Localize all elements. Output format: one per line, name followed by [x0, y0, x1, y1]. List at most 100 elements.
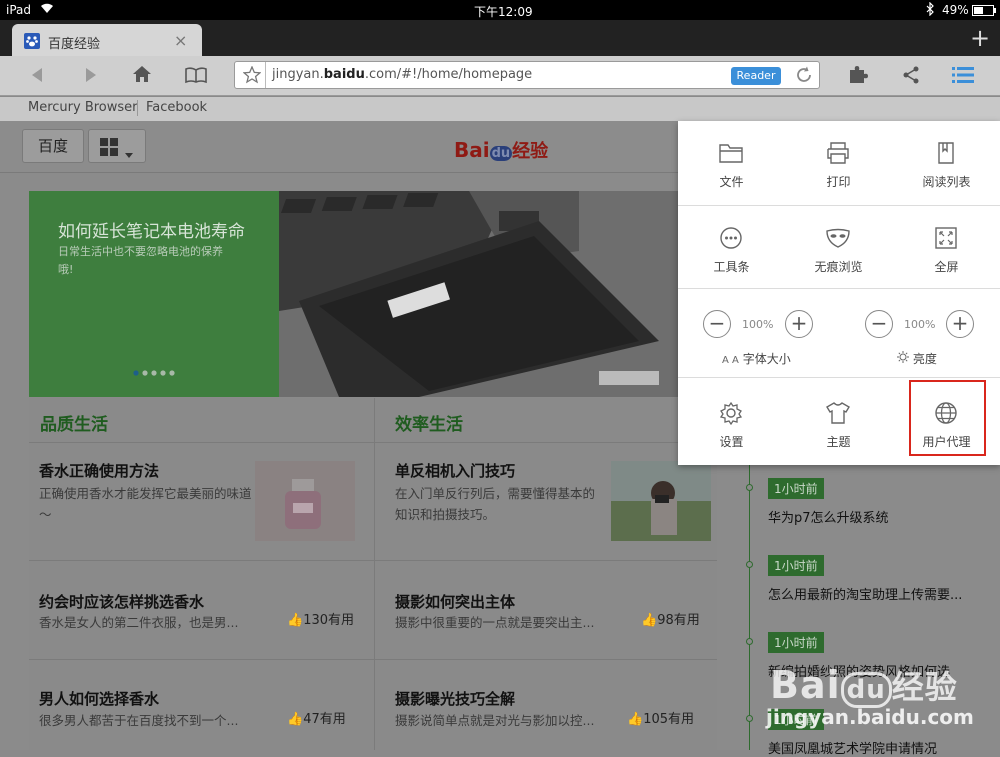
url-text: jingyan.baidu.com/#!/home/homepage — [272, 67, 533, 82]
list-item[interactable]: 摄影曝光技巧全解 摄影说简单点就是对光与影加以控... 👍105有用 — [375, 660, 717, 750]
baidu-favicon-icon — [24, 33, 40, 49]
grid-icon — [100, 138, 118, 160]
useful-count: 👍130有用 — [287, 613, 355, 628]
bookmarks-icon[interactable] — [184, 66, 208, 88]
bookmarks-bar: Mercury Browser Facebook — [0, 97, 1000, 121]
menu-item-label: 设置 — [719, 435, 744, 449]
article-desc: 香水是女人的第二件衣服，也是男... — [39, 615, 239, 630]
font-size-icon: A A — [722, 355, 739, 366]
timeline-item[interactable]: 怎么用最新的淘宝助理上传需要... — [768, 584, 988, 603]
article-desc: 在入门单反行列后，需要懂得基本的知识和拍摄技巧。 — [395, 486, 596, 522]
mask-icon — [825, 226, 851, 250]
menu-item-theme[interactable]: 主题 — [785, 381, 892, 465]
timeline-item[interactable]: 华为p7怎么升级系统 — [768, 507, 988, 526]
thumbs-up-icon: 👍 — [641, 613, 658, 628]
timeline-badge: 1小时前 — [768, 632, 824, 653]
list-item[interactable]: 单反相机入门技巧 在入门单反行列后，需要懂得基本的知识和拍摄技巧。 — [375, 444, 717, 560]
list-item[interactable]: 摄影如何突出主体 摄影中很重要的一点就是要突出主... 👍98有用 — [375, 561, 717, 659]
browser-tab[interactable]: 百度经验 × — [12, 24, 202, 58]
category-menu-button[interactable] — [88, 129, 146, 163]
list-item[interactable]: 香水正确使用方法 正确使用香水才能发挥它最美丽的味道～ — [29, 444, 374, 560]
reader-button[interactable]: Reader — [731, 67, 781, 85]
reading-list-icon — [933, 141, 959, 165]
menu-item-print[interactable]: 打印 — [785, 121, 892, 205]
baidu-jingyan-logo[interactable]: Bai du 经验 — [454, 137, 548, 163]
watermark-logo: Bai du 经验 — [770, 663, 958, 708]
menu-item-label: 文件 — [719, 175, 744, 189]
watermark-url: jingyan.baidu.com — [766, 705, 974, 729]
section-title[interactable]: 效率生活 — [395, 410, 463, 435]
menu-item-reading-list[interactable]: 阅读列表 — [893, 121, 1000, 205]
menu-item-settings[interactable]: 设置 — [678, 381, 785, 465]
menu-item-toolbar[interactable]: 工具条 — [678, 206, 785, 290]
useful-count: 👍47有用 — [287, 712, 346, 727]
new-tab-icon[interactable]: + — [970, 24, 990, 52]
article-title: 男人如何选择香水 — [39, 690, 160, 708]
bookmark-mercury[interactable]: Mercury Browser — [28, 100, 138, 115]
highlight-box — [909, 380, 986, 456]
brightness-increase-button[interactable]: + — [946, 310, 974, 338]
fullscreen-icon — [933, 226, 959, 250]
section-title[interactable]: 品质生活 — [40, 410, 108, 435]
font-size-decrease-button[interactable]: − — [703, 310, 731, 338]
menu-item-file[interactable]: 文件 — [678, 121, 785, 205]
list-item[interactable]: 男人如何选择香水 很多男人都苦于在百度找不到一个... 👍47有用 — [29, 660, 374, 750]
useful-count: 👍98有用 — [641, 613, 700, 628]
banner-subtitle: 日常生活中也不要忽略电池的保养哦! — [58, 245, 223, 276]
baidu-home-button[interactable]: 百度 — [22, 129, 84, 163]
useful-count: 👍105有用 — [627, 712, 695, 727]
article-thumbnail — [611, 461, 711, 541]
back-icon[interactable] — [30, 67, 44, 87]
article-desc: 正确使用香水才能发挥它最美丽的味道～ — [39, 486, 252, 522]
font-size-label: A A 字体大小 — [722, 352, 791, 366]
timeline-dot — [746, 715, 753, 722]
menu-item-label: 阅读列表 — [922, 175, 971, 189]
extensions-icon[interactable] — [847, 65, 869, 89]
bluetooth-icon — [926, 1, 934, 19]
font-size-increase-button[interactable]: + — [785, 310, 813, 338]
menu-item-fullscreen[interactable]: 全屏 — [893, 206, 1000, 290]
home-icon[interactable] — [132, 65, 152, 87]
tab-title: 百度经验 — [48, 37, 101, 52]
close-tab-icon[interactable]: × — [174, 31, 187, 50]
status-bar: iPad 下午12:09 49% — [0, 0, 1000, 20]
brightness-label: 亮度 — [897, 350, 937, 367]
thumbs-up-icon: 👍 — [627, 712, 644, 727]
reload-icon[interactable] — [795, 66, 813, 88]
article-title: 摄影如何突出主体 — [395, 593, 516, 611]
printer-icon — [825, 141, 851, 165]
article-thumbnail — [255, 461, 355, 541]
battery-percent: 49% — [942, 3, 969, 17]
timeline-item[interactable]: 美国凤凰城艺术学院申请情况 — [768, 738, 988, 757]
banner-text-panel[interactable]: 如何延长笔记本电池寿命 日常生活中也不要忽略电池的保养哦! — [29, 191, 279, 397]
menu-item-label: 无痕浏览 — [814, 260, 863, 274]
clock: 下午12:09 — [474, 5, 533, 19]
share-icon[interactable] — [902, 66, 920, 88]
device-label: iPad — [6, 3, 32, 17]
list-item[interactable]: 约会时应该怎样挑选香水 香水是女人的第二件衣服，也是男... 👍130有用 — [29, 561, 374, 659]
sun-icon — [897, 351, 909, 366]
article-desc: 摄影说简单点就是对光与影加以控... — [395, 713, 595, 728]
article-title: 约会时应该怎样挑选香水 — [39, 593, 205, 611]
address-bar[interactable]: jingyan.baidu.com/#!/home/homepage Reade… — [234, 61, 820, 89]
timeline-dot — [746, 561, 753, 568]
banner-image[interactable] — [279, 191, 717, 397]
timeline-line — [749, 465, 750, 750]
bookmark-facebook[interactable]: Facebook — [146, 100, 207, 115]
battery-icon — [972, 5, 996, 19]
forward-icon[interactable] — [84, 67, 98, 87]
menu-item-label: 工具条 — [713, 260, 750, 274]
banner-title: 如何延长笔记本电池寿命 — [58, 222, 245, 242]
folder-icon — [718, 141, 744, 165]
more-circle-icon — [718, 226, 744, 250]
article-title: 摄影曝光技巧全解 — [395, 690, 516, 708]
shirt-icon — [825, 401, 851, 425]
menu-item-private-browsing[interactable]: 无痕浏览 — [785, 206, 892, 290]
menu-icon[interactable] — [952, 66, 974, 88]
brightness-decrease-button[interactable]: − — [865, 310, 893, 338]
thumbs-up-icon: 👍 — [287, 613, 304, 628]
timeline-badge: 1小时前 — [768, 478, 824, 499]
star-icon[interactable] — [242, 65, 262, 88]
carousel-dots[interactable] — [132, 362, 178, 381]
timeline-badge: 1小时前 — [768, 555, 824, 576]
